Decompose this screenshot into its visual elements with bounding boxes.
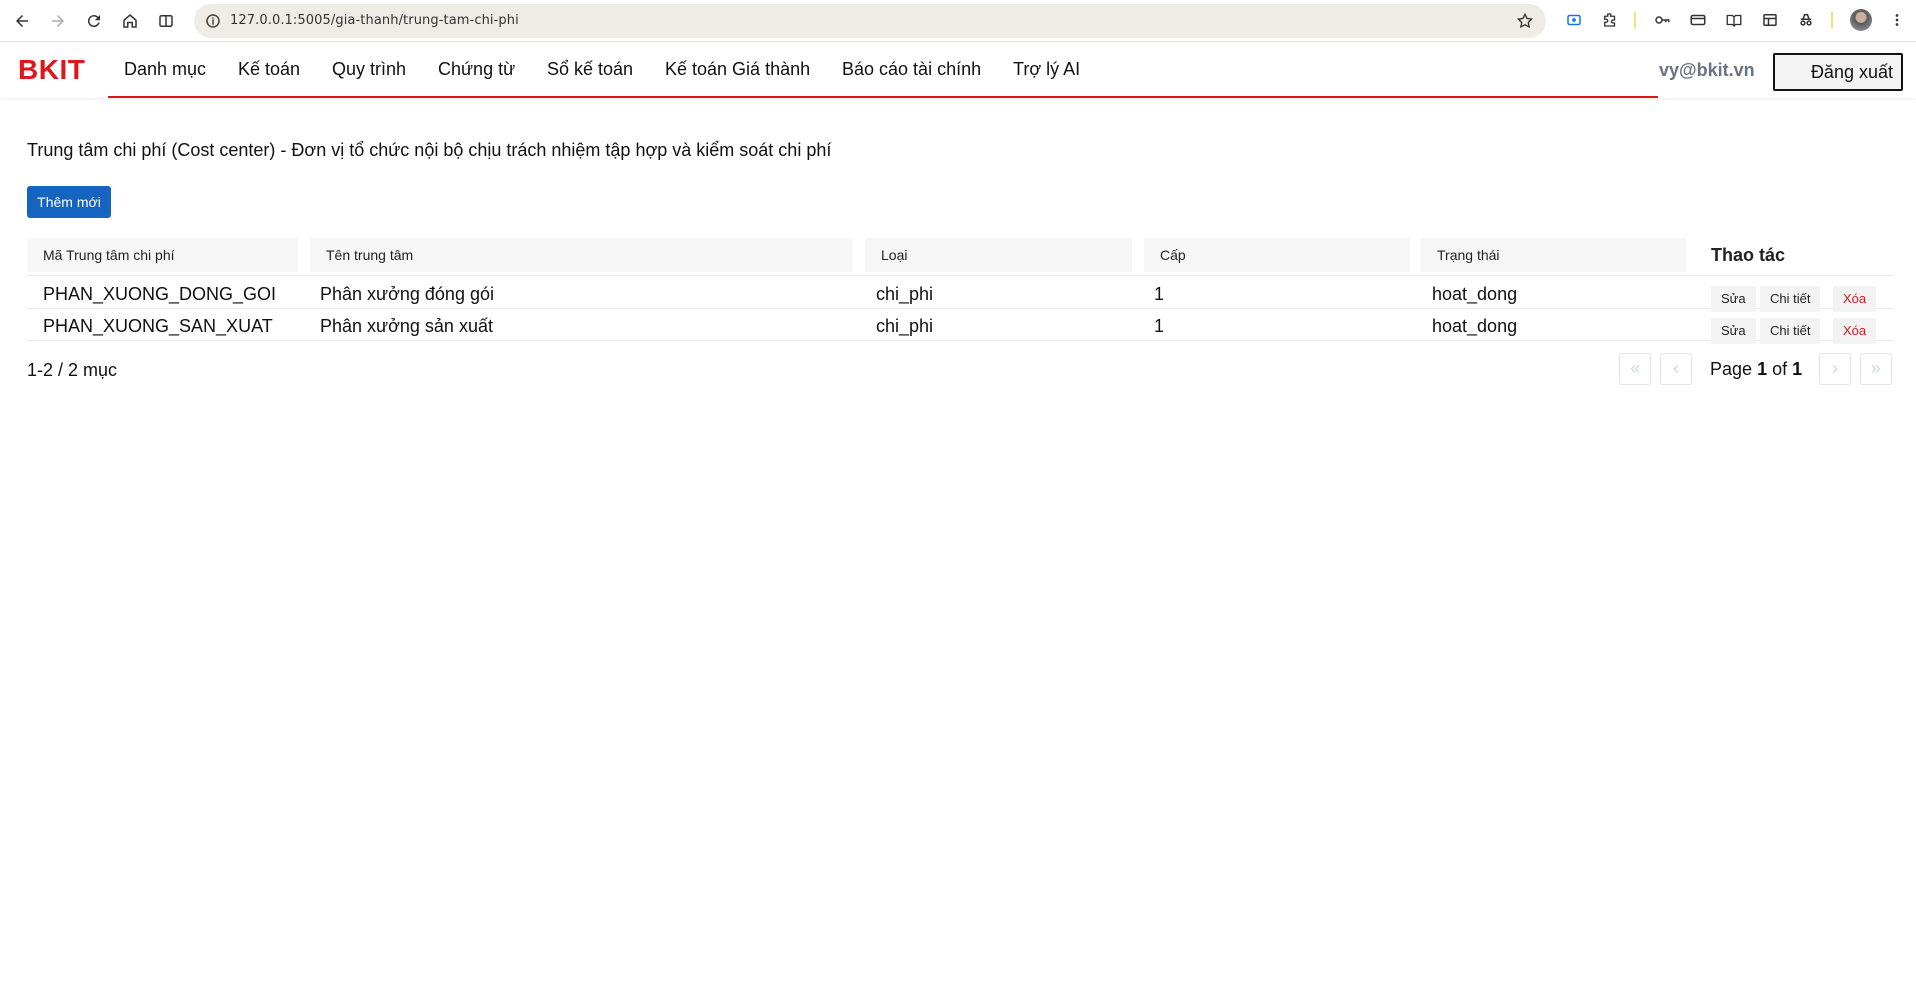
total-pages: 1 xyxy=(1792,359,1803,379)
cell-level: 1 xyxy=(1154,284,1165,304)
cell-type: chi_phi xyxy=(876,316,934,336)
menu-item-ke-toan-gia-thanh[interactable]: Kế toán Giá thành xyxy=(665,59,810,80)
page-title: Trung tâm chi phí (Cost center) - Đơn vị… xyxy=(27,140,832,160)
screen-capture-extension-icon[interactable] xyxy=(1563,9,1585,31)
payment-card-icon[interactable] xyxy=(1687,9,1709,31)
page-prefix: Page xyxy=(1710,359,1753,379)
menu-item-bao-cao-tai-chinh[interactable]: Báo cáo tài chính xyxy=(842,59,981,80)
address-bar[interactable]: 127.0.0.1:5005/gia-thanh/trung-tam-chi-p… xyxy=(194,4,1546,38)
next-page-button[interactable] xyxy=(1819,353,1851,385)
cell-status: hoat_dong xyxy=(1432,284,1518,304)
menu-item-danh-muc[interactable]: Danh mục xyxy=(124,59,206,80)
add-new-button[interactable]: Thêm mới xyxy=(27,186,111,218)
cell-name: Phân xưởng sản xuất xyxy=(320,316,493,336)
menu-item-chung-tu[interactable]: Chứng từ xyxy=(438,59,515,80)
extensions-puzzle-icon[interactable] xyxy=(1599,9,1621,31)
cell-type: chi_phi xyxy=(876,284,934,304)
column-header-status[interactable]: Trạng thái xyxy=(1421,238,1686,272)
double-chevron-right-icon xyxy=(1871,365,1881,373)
table-row[interactable]: PHAN_XUONG_DONG_GOI Phân xưởng đóng gói … xyxy=(27,277,1894,312)
menu-item-ke-toan[interactable]: Kế toán xyxy=(238,59,300,80)
column-header-type[interactable]: Loại xyxy=(865,238,1132,272)
double-chevron-left-icon xyxy=(1630,365,1640,373)
menu-item-quy-trinh[interactable]: Quy trình xyxy=(332,59,406,80)
previous-page-button[interactable] xyxy=(1660,353,1692,385)
reload-icon[interactable] xyxy=(81,8,107,34)
back-icon[interactable] xyxy=(9,8,35,34)
brand-logo[interactable]: BKIT xyxy=(18,54,85,86)
column-header-level[interactable]: Cấp xyxy=(1144,238,1410,272)
app-header: BKIT Danh mục Kế toán Quy trình Chứng từ… xyxy=(0,42,1916,98)
chevron-left-icon xyxy=(1673,365,1679,373)
delete-button[interactable]: Xóa xyxy=(1833,318,1877,344)
detail-button[interactable]: Chi tiết xyxy=(1760,318,1821,344)
url-text: 127.0.0.1:5005/gia-thanh/trung-tam-chi-p… xyxy=(230,13,519,28)
home-icon[interactable] xyxy=(117,8,143,34)
last-page-button[interactable] xyxy=(1860,353,1892,385)
reading-mode-icon[interactable] xyxy=(1723,9,1745,31)
page-of: of xyxy=(1772,359,1788,379)
page-indicator: Page 1 of 1 xyxy=(1710,359,1802,380)
edit-button[interactable]: Sửa xyxy=(1711,318,1756,344)
menu-item-tro-ly-ai[interactable]: Trợ lý AI xyxy=(1013,59,1080,80)
header-divider xyxy=(27,275,1894,276)
column-header-name[interactable]: Tên trung tâm xyxy=(310,238,853,272)
forward-icon[interactable] xyxy=(45,8,71,34)
toolbar-separator xyxy=(1634,12,1636,28)
table-row[interactable]: PHAN_XUONG_SAN_XUAT Phân xưởng sản xuất … xyxy=(27,309,1894,344)
cell-name: Phân xưởng đóng gói xyxy=(320,284,494,304)
logout-button[interactable]: Đăng xuất xyxy=(1773,53,1903,91)
bookmark-star-icon[interactable] xyxy=(1516,12,1534,30)
cell-code: PHAN_XUONG_SAN_XUAT xyxy=(43,316,273,336)
incognito-icon[interactable] xyxy=(1795,9,1817,31)
pagination-summary: 1-2 / 2 mục xyxy=(27,360,118,380)
toolbar-separator xyxy=(1831,12,1833,28)
cell-level: 1 xyxy=(1154,316,1165,336)
first-page-button[interactable] xyxy=(1619,353,1651,385)
chevron-right-icon xyxy=(1832,365,1838,373)
site-info-icon[interactable] xyxy=(204,12,222,30)
password-key-icon[interactable] xyxy=(1651,9,1673,31)
column-header-actions: Thao tác xyxy=(1711,245,1786,265)
tab-layout-icon[interactable] xyxy=(1759,9,1781,31)
cell-code: PHAN_XUONG_DONG_GOI xyxy=(43,284,277,304)
menu-item-so-ke-toan[interactable]: Sổ kế toán xyxy=(547,59,633,80)
more-menu-icon[interactable] xyxy=(1886,9,1908,31)
current-page: 1 xyxy=(1757,359,1768,379)
cell-status: hoat_dong xyxy=(1432,316,1518,336)
column-header-code[interactable]: Mã Trung tâm chi phí xyxy=(27,238,298,272)
split-view-icon[interactable] xyxy=(153,8,179,34)
browser-toolbar: 127.0.0.1:5005/gia-thanh/trung-tam-chi-p… xyxy=(0,0,1916,42)
user-email: vy@bkit.vn xyxy=(1659,60,1755,80)
profile-avatar[interactable] xyxy=(1850,9,1872,31)
main-menu: Danh mục Kế toán Quy trình Chứng từ Sổ k… xyxy=(108,42,1658,98)
